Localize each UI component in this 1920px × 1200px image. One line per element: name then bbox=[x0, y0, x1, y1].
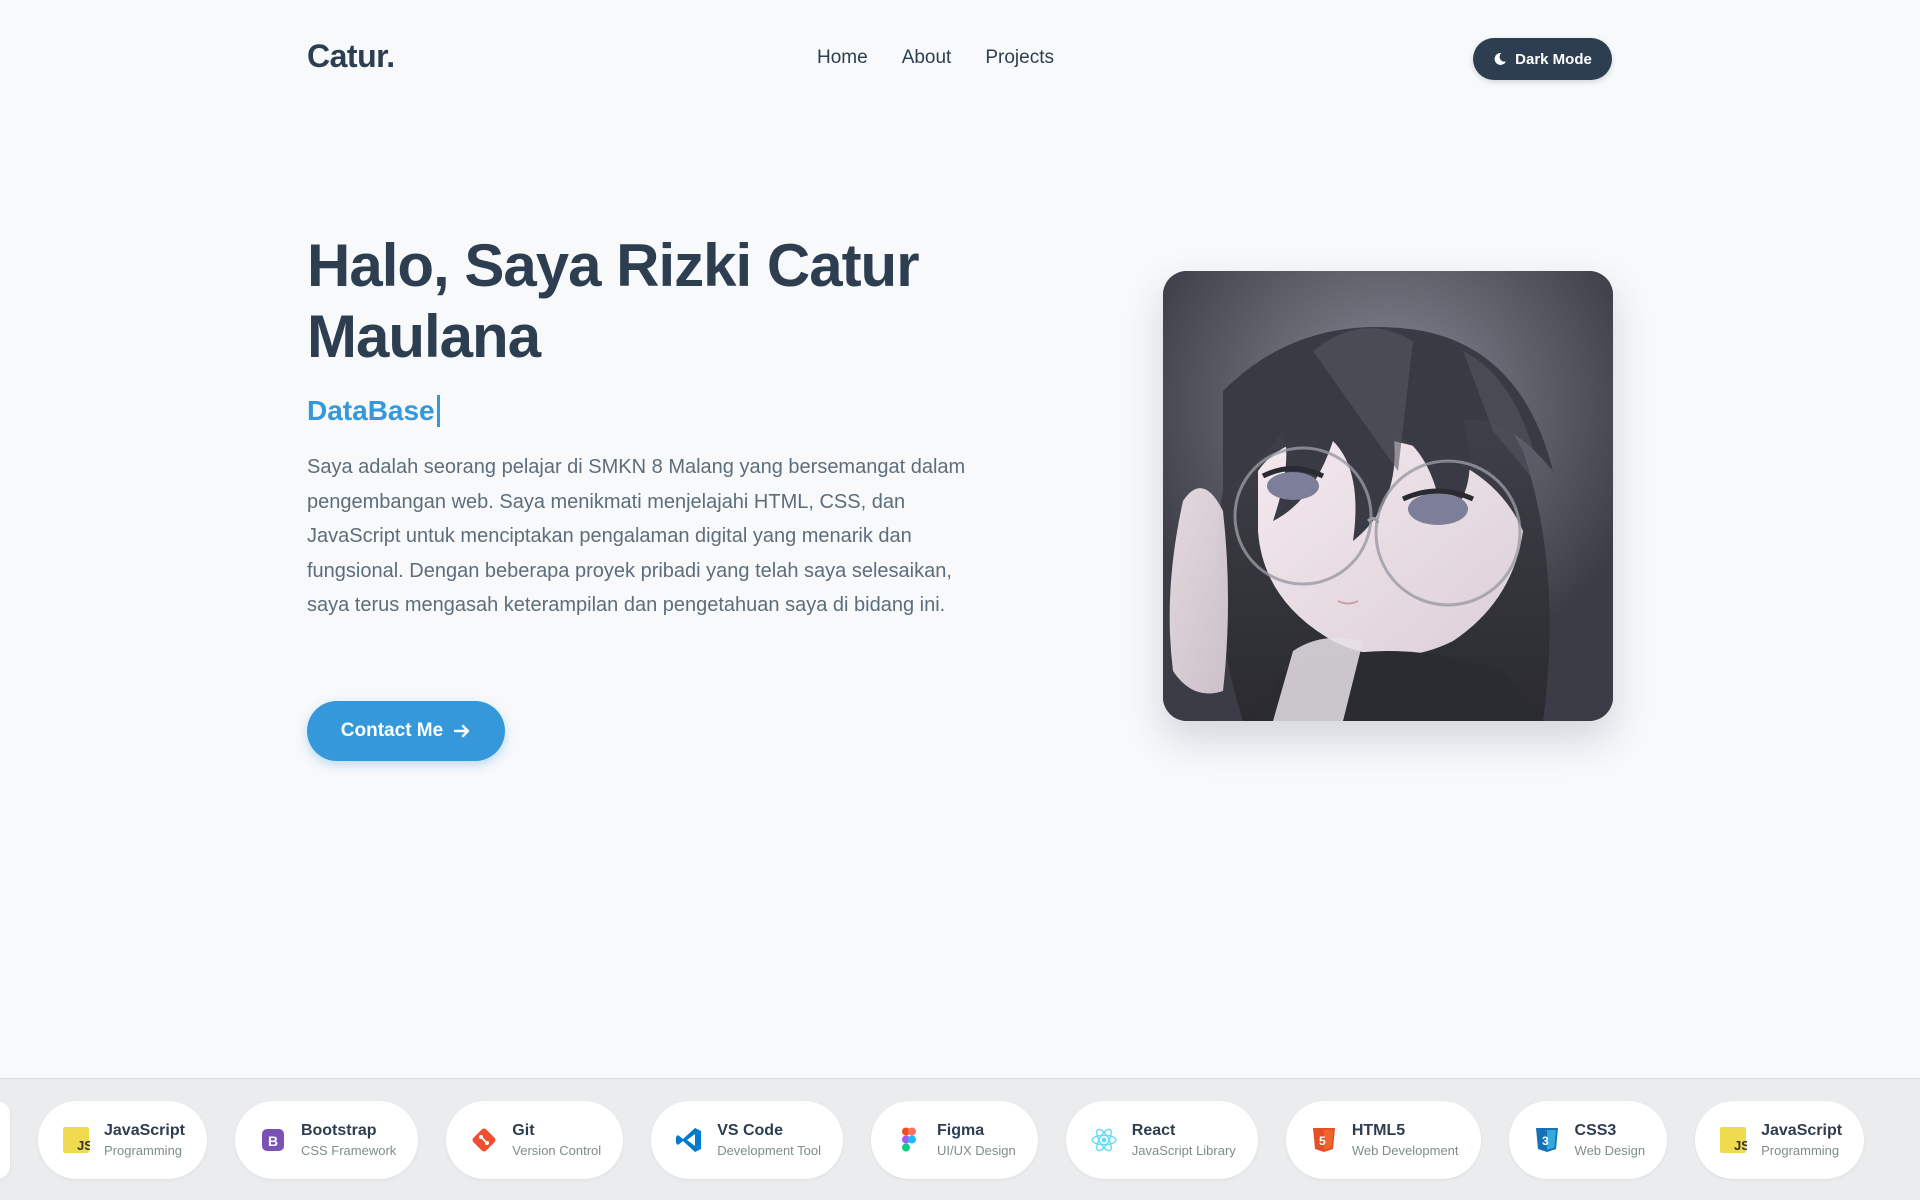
css3-icon: 3 bbox=[1533, 1126, 1561, 1154]
hero-title: Halo, Saya Rizki Catur Maulana bbox=[307, 232, 920, 370]
skill-category: Programming bbox=[104, 1143, 183, 1158]
nav-links: Home About Projects bbox=[817, 47, 1054, 69]
typed-text: DataBase bbox=[307, 395, 435, 426]
skill-category: Web Design bbox=[1574, 1143, 1646, 1158]
skill-name: JavaScript bbox=[1761, 1122, 1843, 1139]
skill-card-figma: Figma UI/UX Design bbox=[871, 1101, 1038, 1179]
skill-card-git: Git Version Control bbox=[446, 1101, 624, 1179]
nav-link-projects[interactable]: Projects bbox=[985, 47, 1054, 69]
javascript-icon: JS bbox=[62, 1126, 90, 1154]
svg-text:3: 3 bbox=[1542, 1134, 1549, 1148]
contact-me-button[interactable]: Contact Me bbox=[307, 701, 505, 761]
skill-category: Development Tool bbox=[717, 1143, 822, 1158]
dark-mode-button[interactable]: Dark Mode bbox=[1473, 38, 1612, 80]
skill-name: CSS3 bbox=[1574, 1122, 1617, 1139]
skill-card-partial bbox=[0, 1101, 10, 1179]
skill-name: Git bbox=[512, 1122, 535, 1139]
bootstrap-icon: B bbox=[259, 1126, 287, 1154]
skill-name: JavaScript bbox=[104, 1122, 185, 1139]
skill-category: Web Development bbox=[1351, 1143, 1459, 1158]
skill-card-bootstrap: B Bootstrap CSS Framework bbox=[234, 1101, 419, 1179]
vscode-icon bbox=[675, 1126, 703, 1154]
figma-icon bbox=[895, 1126, 923, 1154]
skill-category: JavaScript Library bbox=[1131, 1143, 1236, 1158]
profile-image bbox=[1163, 271, 1613, 721]
skills-row: JS JavaScript Programming B Bootstrap CS… bbox=[0, 1101, 1865, 1179]
skill-card-css3: 3 CSS3 Web Design bbox=[1508, 1101, 1668, 1179]
skill-category: Version Control bbox=[512, 1143, 602, 1158]
contact-me-label: Contact Me bbox=[340, 720, 444, 741]
hero-description: Saya adalah seorang pelajar di SMKN 8 Ma… bbox=[307, 456, 966, 616]
svg-text:5: 5 bbox=[1319, 1134, 1326, 1148]
moon-icon bbox=[1494, 53, 1507, 65]
skill-card-vscode: VS Code Development Tool bbox=[651, 1101, 844, 1179]
skills-marquee: JS JavaScript Programming B Bootstrap CS… bbox=[0, 1078, 1920, 1200]
arrow-right-icon bbox=[454, 724, 470, 738]
skill-category: CSS Framework bbox=[300, 1143, 397, 1158]
skill-name: Figma bbox=[937, 1122, 985, 1139]
skill-name: VS Code bbox=[717, 1122, 783, 1139]
typed-role: DataBase bbox=[307, 395, 440, 427]
skill-category: UI/UX Design bbox=[937, 1143, 1016, 1158]
svg-text:JS: JS bbox=[77, 1138, 90, 1153]
svg-text:B: B bbox=[268, 1133, 278, 1149]
git-icon bbox=[470, 1126, 498, 1154]
skill-card-javascript: JS JavaScript Programming bbox=[38, 1101, 207, 1179]
dark-mode-label: Dark Mode bbox=[1515, 50, 1592, 68]
svg-text:JS: JS bbox=[1734, 1138, 1747, 1153]
skill-card-react: React JavaScript Library bbox=[1065, 1101, 1258, 1179]
skill-card-html5: 5 HTML5 Web Development bbox=[1285, 1101, 1481, 1179]
nav-link-home[interactable]: Home bbox=[817, 47, 868, 69]
skill-category: Programming bbox=[1761, 1143, 1840, 1158]
nav-link-about[interactable]: About bbox=[902, 47, 952, 69]
skill-name: HTML5 bbox=[1351, 1122, 1406, 1139]
navbar: Catur. Home About Projects Dark Mode bbox=[0, 0, 1920, 118]
profile-illustration bbox=[1163, 271, 1613, 721]
site-logo[interactable]: Catur. bbox=[307, 38, 395, 75]
skill-name: React bbox=[1131, 1122, 1176, 1139]
skill-card-javascript-repeat: JS JavaScript Programming bbox=[1695, 1101, 1865, 1179]
react-icon bbox=[1090, 1126, 1118, 1154]
skill-name: Bootstrap bbox=[300, 1122, 377, 1139]
typing-cursor bbox=[436, 395, 440, 427]
html5-icon: 5 bbox=[1310, 1126, 1338, 1154]
javascript-icon: JS bbox=[1719, 1126, 1747, 1154]
